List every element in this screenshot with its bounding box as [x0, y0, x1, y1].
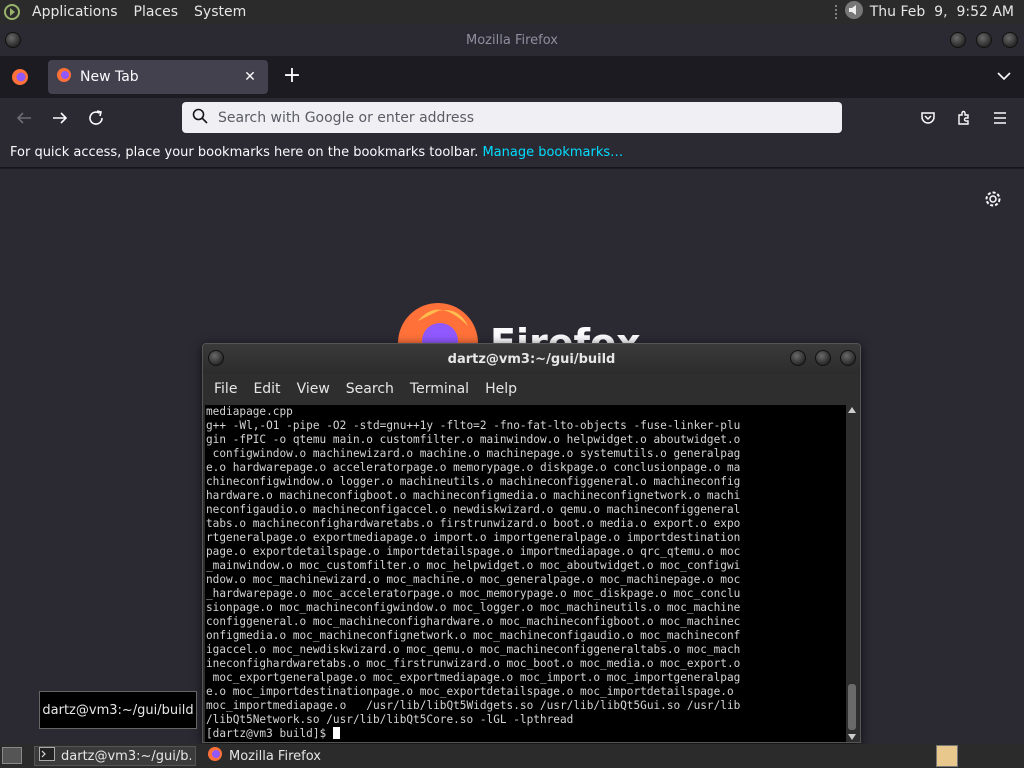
firefox-window-title: Mozilla Firefox	[466, 32, 558, 48]
terminal-line: mediapage.cpp	[206, 405, 293, 418]
terminal-window-menu-button[interactable]	[208, 350, 224, 366]
terminal-maximize-button[interactable]	[815, 350, 831, 366]
terminal-prompt-line: [dartz@vm3 build]$	[206, 727, 847, 741]
tab-label: New Tab	[80, 69, 139, 85]
menu-view[interactable]: View	[289, 381, 338, 397]
workspace-switcher[interactable]	[936, 745, 958, 767]
terminal-line: e.o moc_importdestinationpage.o moc_expo…	[206, 685, 734, 698]
terminal-close-button[interactable]	[840, 350, 856, 366]
clock[interactable]: Thu Feb 9, 9:52 AM	[870, 4, 1014, 20]
scroll-up-icon[interactable]	[848, 407, 856, 413]
address-bar-placeholder: Search with Google or enter address	[218, 109, 475, 126]
system-menu[interactable]: System	[186, 0, 254, 24]
terminal-line: g++ -Wl,-O1 -pipe -O2 -std=gnu++1y -flto…	[206, 419, 741, 432]
terminal-line: moc_importmediapage.o /usr/lib/libQt5Wid…	[206, 699, 741, 712]
terminal-line: onfigmedia.o moc_machineconfignetwork.o …	[206, 629, 741, 642]
search-icon	[192, 108, 208, 128]
terminal-scrollbar[interactable]	[846, 405, 858, 742]
close-tab-icon[interactable]: ✕	[240, 69, 260, 85]
hamburger-menu-icon[interactable]	[989, 107, 1011, 129]
minimize-button[interactable]	[950, 32, 966, 48]
new-tab-button[interactable]: +	[280, 65, 304, 89]
terminal-line: configwindow.o machinewizard.o machine.o…	[206, 447, 741, 460]
maximize-button[interactable]	[976, 32, 992, 48]
terminal-minimize-button[interactable]	[790, 350, 806, 366]
menu-terminal[interactable]: Terminal	[402, 381, 477, 397]
terminal-cursor	[332, 727, 340, 739]
tab-new-tab[interactable]: New Tab ✕	[48, 60, 268, 94]
taskbar-item-firefox[interactable]: Mozilla Firefox	[203, 746, 363, 766]
distro-logo-icon[interactable]	[0, 0, 24, 24]
menu-edit[interactable]: Edit	[245, 381, 288, 397]
terminal-line: tabs.o machineconfighardwaretabs.o first…	[206, 517, 741, 530]
terminal-line: ineconfighardwaretabs.o moc_firstrunwiza…	[206, 657, 741, 670]
show-desktop-icon[interactable]	[2, 747, 22, 764]
scrollbar-thumb[interactable]	[848, 684, 856, 730]
terminal-title: dartz@vm3:~/gui/build	[447, 351, 616, 367]
menu-search[interactable]: Search	[338, 381, 402, 397]
pocket-icon[interactable]	[917, 107, 939, 129]
chevron-down-icon[interactable]	[996, 68, 1012, 84]
scroll-down-icon[interactable]	[848, 734, 856, 740]
extensions-icon[interactable]	[953, 107, 975, 129]
top-panel: Applications Places System Thu Feb 9, 9:…	[0, 0, 1024, 24]
terminal-window: dartz@vm3:~/gui/build File Edit View Sea…	[202, 343, 861, 743]
gear-icon[interactable]	[984, 190, 1002, 208]
terminal-line: rtgeneralpage.o exportmediapage.o import…	[206, 531, 741, 544]
manage-bookmarks-link[interactable]: Manage bookmarks…	[482, 145, 623, 160]
terminal-line: /libQt5Network.so /usr/lib/libQt5Core.so…	[206, 713, 574, 726]
firefox-view-icon[interactable]	[0, 68, 40, 86]
window-menu-button[interactable]	[5, 32, 21, 48]
taskbar-item-label: Mozilla Firefox	[229, 748, 321, 764]
back-arrow-icon[interactable]	[13, 107, 35, 129]
terminal-line: chineconfigwindow.o logger.o machineutil…	[206, 475, 741, 488]
terminal-line: hardware.o machineconfigboot.o machineco…	[206, 489, 741, 502]
firefox-titlebar: Mozilla Firefox	[0, 24, 1024, 56]
terminal-line: page.o exportdetailspage.o importdetails…	[206, 545, 741, 558]
terminal-menubar: File Edit View Search Terminal Help	[203, 374, 860, 404]
terminal-line: igaccel.o moc_newdiskwizard.o moc_qemu.o…	[206, 643, 741, 656]
forward-arrow-icon[interactable]	[49, 107, 71, 129]
terminal-line: sionpage.o moc_machineconfigwindow.o moc…	[206, 601, 741, 614]
terminal-line: moc_exportgeneralpage.o moc_exportmediap…	[206, 671, 741, 684]
terminal-line: e.o hardwarepage.o acceleratorpage.o mem…	[206, 461, 741, 474]
terminal-prompt: [dartz@vm3 build]$	[206, 727, 333, 740]
bookmarks-hint: For quick access, place your bookmarks h…	[10, 145, 479, 160]
firefox-favicon-icon	[56, 67, 72, 87]
terminal-titlebar[interactable]: dartz@vm3:~/gui/build	[203, 344, 860, 374]
firefox-icon	[207, 746, 223, 766]
tab-bar: New Tab ✕ +	[0, 56, 1024, 98]
reload-icon[interactable]	[85, 107, 107, 129]
volume-icon[interactable]	[844, 0, 864, 24]
terminal-icon	[39, 747, 55, 765]
terminal-line: gin -fPIC -o qtemu main.o customfilter.o…	[206, 433, 741, 446]
applications-menu[interactable]: Applications	[24, 0, 126, 24]
menu-help[interactable]: Help	[477, 381, 525, 397]
navigation-toolbar: Search with Google or enter address	[0, 98, 1024, 138]
address-bar[interactable]: Search with Google or enter address	[182, 102, 842, 133]
terminal-line: neconfigaudio.o machineconfigaccel.o new…	[206, 503, 741, 516]
bottom-panel: dartz@vm3:~/gui/b... Mozilla Firefox	[0, 744, 1024, 768]
terminal-line: _hardwarepage.o moc_acceleratorpage.o mo…	[206, 587, 741, 600]
terminal-output[interactable]: mediapage.cpp g++ -Wl,-O1 -pipe -O2 -std=…	[205, 405, 847, 742]
taskbar-item-label: dartz@vm3:~/gui/b...	[61, 748, 191, 764]
bookmarks-toolbar: For quick access, place your bookmarks h…	[0, 138, 1024, 168]
taskbar-item-terminal[interactable]: dartz@vm3:~/gui/b...	[34, 746, 196, 766]
terminal-line: configgeneral.o moc_machineconfighardwar…	[206, 615, 741, 628]
terminal-line: ndow.o moc_machinewizard.o moc_machine.o…	[206, 573, 741, 586]
taskbar-tooltip: dartz@vm3:~/gui/build	[39, 691, 197, 729]
places-menu[interactable]: Places	[126, 0, 187, 24]
terminal-line: _mainwindow.o moc_customfilter.o moc_hel…	[206, 559, 741, 572]
menu-file[interactable]: File	[206, 381, 245, 397]
close-window-button[interactable]	[1002, 32, 1018, 48]
panel-grip-icon	[833, 4, 838, 20]
